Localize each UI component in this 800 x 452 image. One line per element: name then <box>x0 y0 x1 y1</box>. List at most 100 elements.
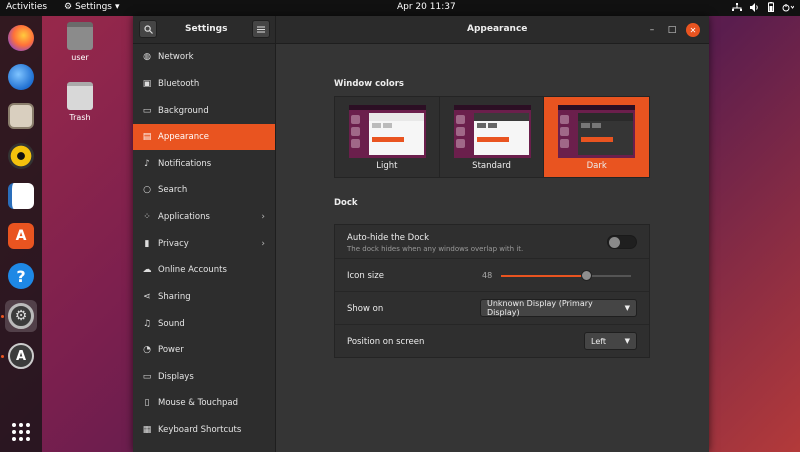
color-option-label: Dark <box>586 161 607 171</box>
dock-help[interactable]: ? <box>5 260 37 292</box>
dock-updater[interactable]: A <box>5 340 37 372</box>
main-header: Appearance – □ ✕ <box>276 16 709 44</box>
bell-icon: ♪ <box>144 159 150 169</box>
minimize-button[interactable]: – <box>645 23 659 37</box>
close-button[interactable]: ✕ <box>686 23 700 37</box>
color-option-label: Standard <box>472 161 511 171</box>
share-icon: ⋖ <box>143 292 151 302</box>
sidebar-item-keyboard-shortcuts[interactable]: ▦ Keyboard Shortcuts <box>133 417 275 443</box>
search-button[interactable] <box>139 20 157 38</box>
sidebar-item-label: Background <box>158 106 209 116</box>
grid-icon <box>12 423 30 441</box>
show-apps-button[interactable] <box>5 416 37 448</box>
system-tray[interactable] <box>732 2 795 16</box>
dropdown-arrow-icon: ▼ <box>624 304 630 312</box>
appearance-panel: Window colors Light Standard Dark Dock A… <box>276 44 709 452</box>
position-value: Left <box>591 336 607 346</box>
color-option-label: Light <box>376 161 398 171</box>
sidebar-item-power[interactable]: ◔ Power <box>133 337 275 363</box>
dark-theme-preview <box>558 105 636 158</box>
sidebar-item-displays[interactable]: ▭ Displays <box>133 364 275 390</box>
color-option-standard[interactable]: Standard <box>440 97 545 177</box>
mouse-icon: ▯ <box>144 398 150 408</box>
trash-icon <box>67 82 93 110</box>
search-icon: ○ <box>143 185 151 195</box>
dock-software[interactable]: A <box>5 220 37 252</box>
settings-gear-icon: ⚙ <box>8 303 34 329</box>
dock-settings-list: Auto-hide the Dock The dock hides when a… <box>334 224 650 358</box>
maximize-button[interactable]: □ <box>665 23 679 37</box>
privacy-icon: ▮ <box>144 239 150 249</box>
dock-heading: Dock <box>334 198 358 208</box>
desktop-home-folder[interactable]: user <box>60 22 100 62</box>
sidebar-item-applications[interactable]: ⁘ Applications › <box>133 204 275 230</box>
standard-theme-preview <box>453 105 531 158</box>
sidebar-item-network[interactable]: ◍ Network <box>133 44 275 70</box>
page-title: Appearance <box>467 24 528 34</box>
light-theme-preview <box>349 105 426 158</box>
sidebar-item-sound[interactable]: ♫ Sound <box>133 311 275 337</box>
app-menu[interactable]: ⚙ Settings ▾ <box>64 2 120 12</box>
dock-thunderbird[interactable] <box>5 61 37 93</box>
sidebar-item-label: Search <box>158 185 188 195</box>
chevron-down-icon: ▾ <box>115 2 120 12</box>
autohide-description: The dock hides when any windows overlap … <box>347 245 524 253</box>
settings-window: Settings Appearance – □ ✕ ◍ Network ▣ Bl… <box>133 16 709 452</box>
volume-icon <box>750 2 760 16</box>
icon-size-value: 48 <box>482 271 493 280</box>
keyboard-icon: ▦ <box>142 425 152 435</box>
sidebar-item-label: Sharing <box>158 292 191 302</box>
color-option-light[interactable]: Light <box>335 97 440 177</box>
position-label: Position on screen <box>347 337 425 347</box>
display-icon: ▭ <box>142 372 152 382</box>
show-on-value: Unknown Display (Primary Display) <box>487 299 593 317</box>
dock-settings[interactable]: ⚙ <box>5 300 37 332</box>
desktop-trash[interactable]: Trash <box>60 82 100 122</box>
running-indicator <box>1 355 4 358</box>
sidebar-item-bluetooth[interactable]: ▣ Bluetooth <box>133 71 275 97</box>
show-on-label: Show on <box>347 304 384 314</box>
hamburger-menu-icon <box>257 26 265 32</box>
dock-rhythmbox[interactable] <box>5 140 37 172</box>
dock-writer[interactable] <box>5 180 37 212</box>
autohide-row: Auto-hide the Dock The dock hides when a… <box>335 225 649 259</box>
chevron-right-icon: › <box>261 212 265 222</box>
menu-button[interactable] <box>252 20 270 38</box>
position-dropdown[interactable]: Left ▼ <box>584 332 637 350</box>
sidebar-item-privacy[interactable]: ▮ Privacy › <box>133 231 275 257</box>
sidebar-item-label: Power <box>158 345 184 355</box>
dock-firefox[interactable] <box>5 22 37 54</box>
autohide-toggle[interactable] <box>607 235 637 249</box>
desktop-trash-label: Trash <box>69 113 91 122</box>
app-menu-label: Settings <box>75 2 112 12</box>
network-icon: ◍ <box>143 52 151 62</box>
software-store-icon: A <box>8 223 34 249</box>
sidebar-item-notifications[interactable]: ♪ Notifications <box>133 151 275 177</box>
sidebar-item-label: Network <box>158 52 194 62</box>
running-indicator <box>1 315 4 318</box>
sidebar-item-search[interactable]: ○ Search <box>133 177 275 203</box>
sidebar-item-label: Bluetooth <box>158 79 200 89</box>
dock: A ? ⚙ A <box>0 16 42 452</box>
position-row: Position on screen Left ▼ <box>335 325 649 358</box>
sidebar-item-label: Displays <box>158 372 194 382</box>
sidebar-title: Settings <box>185 24 228 34</box>
activities-button[interactable]: Activities <box>6 2 47 12</box>
sidebar-item-sharing[interactable]: ⋖ Sharing <box>133 284 275 310</box>
color-option-dark[interactable]: Dark <box>544 97 650 177</box>
software-updater-icon: A <box>8 343 34 369</box>
sidebar-header: Settings <box>133 16 276 44</box>
dock-files[interactable] <box>5 100 37 132</box>
sidebar-item-online-accounts[interactable]: ☁ Online Accounts <box>133 257 275 283</box>
icon-size-label: Icon size <box>347 271 384 281</box>
sidebar-item-appearance[interactable]: ▤ Appearance <box>133 124 275 150</box>
sidebar-item-label: Applications <box>158 212 210 222</box>
gear-icon: ⚙ <box>64 2 73 12</box>
sidebar-item-label: Privacy <box>158 239 189 249</box>
show-on-dropdown[interactable]: Unknown Display (Primary Display) ▼ <box>480 299 637 317</box>
icon-size-slider-handle[interactable] <box>581 270 592 281</box>
sidebar-item-background[interactable]: ▭ Background <box>133 98 275 124</box>
top-bar: Activities ⚙ Settings ▾ Apr 20 11:37 <box>0 0 800 16</box>
clock[interactable]: Apr 20 11:37 <box>397 2 456 12</box>
sidebar-item-mouse-touchpad[interactable]: ▯ Mouse & Touchpad <box>133 390 275 416</box>
